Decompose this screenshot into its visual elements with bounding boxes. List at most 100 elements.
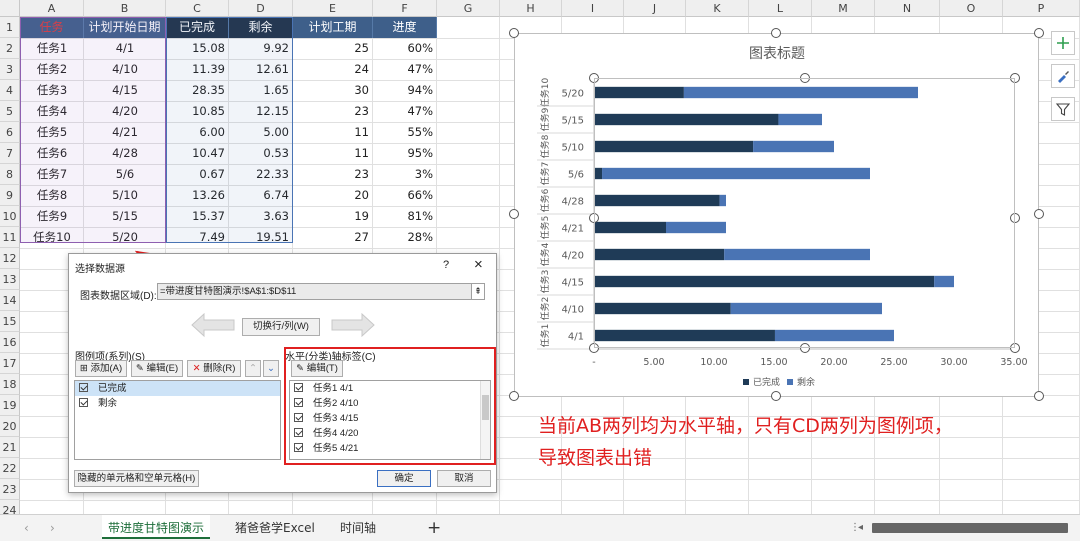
resize-handle[interactable] [1034,391,1044,401]
move-up-button[interactable]: ⌃ [245,360,261,377]
column-header[interactable]: D [229,0,293,17]
help-button[interactable]: ? [443,259,449,271]
row-header[interactable]: 10 [0,206,20,227]
row-header[interactable]: 16 [0,332,20,353]
row-header[interactable]: 4 [0,80,20,101]
header-progress-cell[interactable]: 进度 [373,17,437,38]
column-header[interactable]: O [940,0,1003,17]
column-header[interactable]: C [166,0,229,17]
column-header[interactable]: J [624,0,686,17]
row-header[interactable]: 1 [0,17,20,38]
tab-gantt-demo[interactable]: 带进度甘特图演示 [102,515,211,539]
select-data-source-dialog[interactable]: 选择数据源 ? × 图表数据区域(D): =带进度甘特图演示!$A$1:$D$1… [68,253,497,493]
tab-scroll-right-icon[interactable]: › [44,515,61,541]
column-header[interactable]: L [749,0,812,17]
row-header[interactable]: 12 [0,248,20,269]
collapse-range-icon[interactable]: ⇞ [471,284,484,299]
row-header[interactable]: 18 [0,374,20,395]
resize-handle[interactable] [509,28,519,38]
table-cell-progress[interactable]: 47% [373,59,437,80]
add-sheet-button[interactable]: + [421,515,447,541]
legend-item-remain[interactable]: 剩余 [75,396,280,411]
table-cell-planned[interactable]: 20 [293,185,373,206]
table-cell-progress[interactable]: 55% [373,122,437,143]
table-cell-progress[interactable]: 28% [373,227,437,248]
row-header[interactable]: 22 [0,458,20,479]
table-cell-planned[interactable]: 11 [293,143,373,164]
row-header[interactable]: 19 [0,395,20,416]
tab-pig-dad-excel[interactable]: 猪爸爸学Excel [229,515,321,541]
column-header[interactable]: B [84,0,166,17]
row-header[interactable]: 23 [0,479,20,500]
resize-handle[interactable] [771,391,781,401]
table-cell-progress[interactable]: 95% [373,143,437,164]
table-cell-progress[interactable]: 66% [373,185,437,206]
table-cell-planned[interactable]: 19 [293,206,373,227]
chart-styles-button[interactable] [1051,64,1075,88]
tab-timeline[interactable]: 时间轴 [334,515,382,541]
chart-elements-button[interactable] [1051,31,1075,55]
row-header[interactable]: 21 [0,437,20,458]
column-header[interactable]: A [20,0,84,17]
table-cell-progress[interactable]: 60% [373,38,437,59]
table-cell-progress[interactable]: 3% [373,164,437,185]
legend-series-list[interactable]: 已完成 剩余 [74,380,281,460]
column-header[interactable]: H [500,0,562,17]
row-header[interactable]: 3 [0,59,20,80]
resize-handle[interactable] [509,209,519,219]
table-cell-planned[interactable]: 24 [293,59,373,80]
column-header[interactable]: F [373,0,437,17]
resize-handle[interactable] [1034,28,1044,38]
column-header[interactable]: G [437,0,500,17]
table-cell-planned[interactable]: 11 [293,122,373,143]
row-header[interactable]: 6 [0,122,20,143]
table-cell-planned[interactable]: 25 [293,38,373,59]
chart-filters-button[interactable] [1051,97,1075,121]
row-header[interactable]: 11 [0,227,20,248]
tab-scroll-left-icon[interactable]: ‹ [18,515,35,541]
row-header[interactable]: 17 [0,353,20,374]
row-header[interactable]: 7 [0,143,20,164]
table-cell-progress[interactable]: 47% [373,101,437,122]
remove-series-button[interactable]: ✕ 删除(R) [187,360,241,377]
resize-handle[interactable] [771,28,781,38]
row-header[interactable]: 2 [0,38,20,59]
horizontal-scrollbar-thumb[interactable] [872,523,1068,533]
column-header[interactable]: I [562,0,624,17]
table-cell-planned[interactable]: 23 [293,164,373,185]
table-cell-planned[interactable]: 27 [293,227,373,248]
range-input[interactable]: =带进度甘特图演示!$A$1:$D$11 [157,283,485,300]
switch-row-column-button[interactable]: 切换行/列(W) [242,318,320,336]
resize-handle[interactable] [1034,209,1044,219]
row-header[interactable]: 15 [0,311,20,332]
hscroll-left-icon[interactable]: ◂ [858,522,866,534]
legend-item-done[interactable]: 已完成 [75,381,280,396]
row-header[interactable]: 20 [0,416,20,437]
column-header[interactable]: N [875,0,940,17]
row-header[interactable]: 5 [0,101,20,122]
column-header[interactable]: M [812,0,875,17]
close-button[interactable]: × [474,256,483,273]
row-header[interactable]: 8 [0,164,20,185]
hidden-cells-button[interactable]: 隐藏的单元格和空单元格(H) [74,470,199,487]
edit-series-button[interactable]: ✎ 编辑(E) [131,360,183,377]
checkbox[interactable] [79,398,88,407]
row-header[interactable]: 13 [0,269,20,290]
column-header[interactable]: P [1003,0,1080,17]
select-all-corner[interactable] [0,0,20,17]
ok-button[interactable]: 确定 [377,470,431,487]
header-planned-cell[interactable]: 计划工期 [293,17,373,38]
column-header[interactable]: K [686,0,749,17]
checkbox[interactable] [79,383,88,392]
table-cell-progress[interactable]: 81% [373,206,437,227]
table-cell-planned[interactable]: 23 [293,101,373,122]
row-header[interactable]: 9 [0,185,20,206]
table-cell-progress[interactable]: 94% [373,80,437,101]
column-header[interactable]: E [293,0,373,17]
add-series-button[interactable]: ⊞ 添加(A) [75,360,127,377]
cancel-button[interactable]: 取消 [437,470,491,487]
resize-handle[interactable] [509,391,519,401]
row-header[interactable]: 14 [0,290,20,311]
table-cell-planned[interactable]: 30 [293,80,373,101]
move-down-button[interactable]: ⌄ [263,360,279,377]
